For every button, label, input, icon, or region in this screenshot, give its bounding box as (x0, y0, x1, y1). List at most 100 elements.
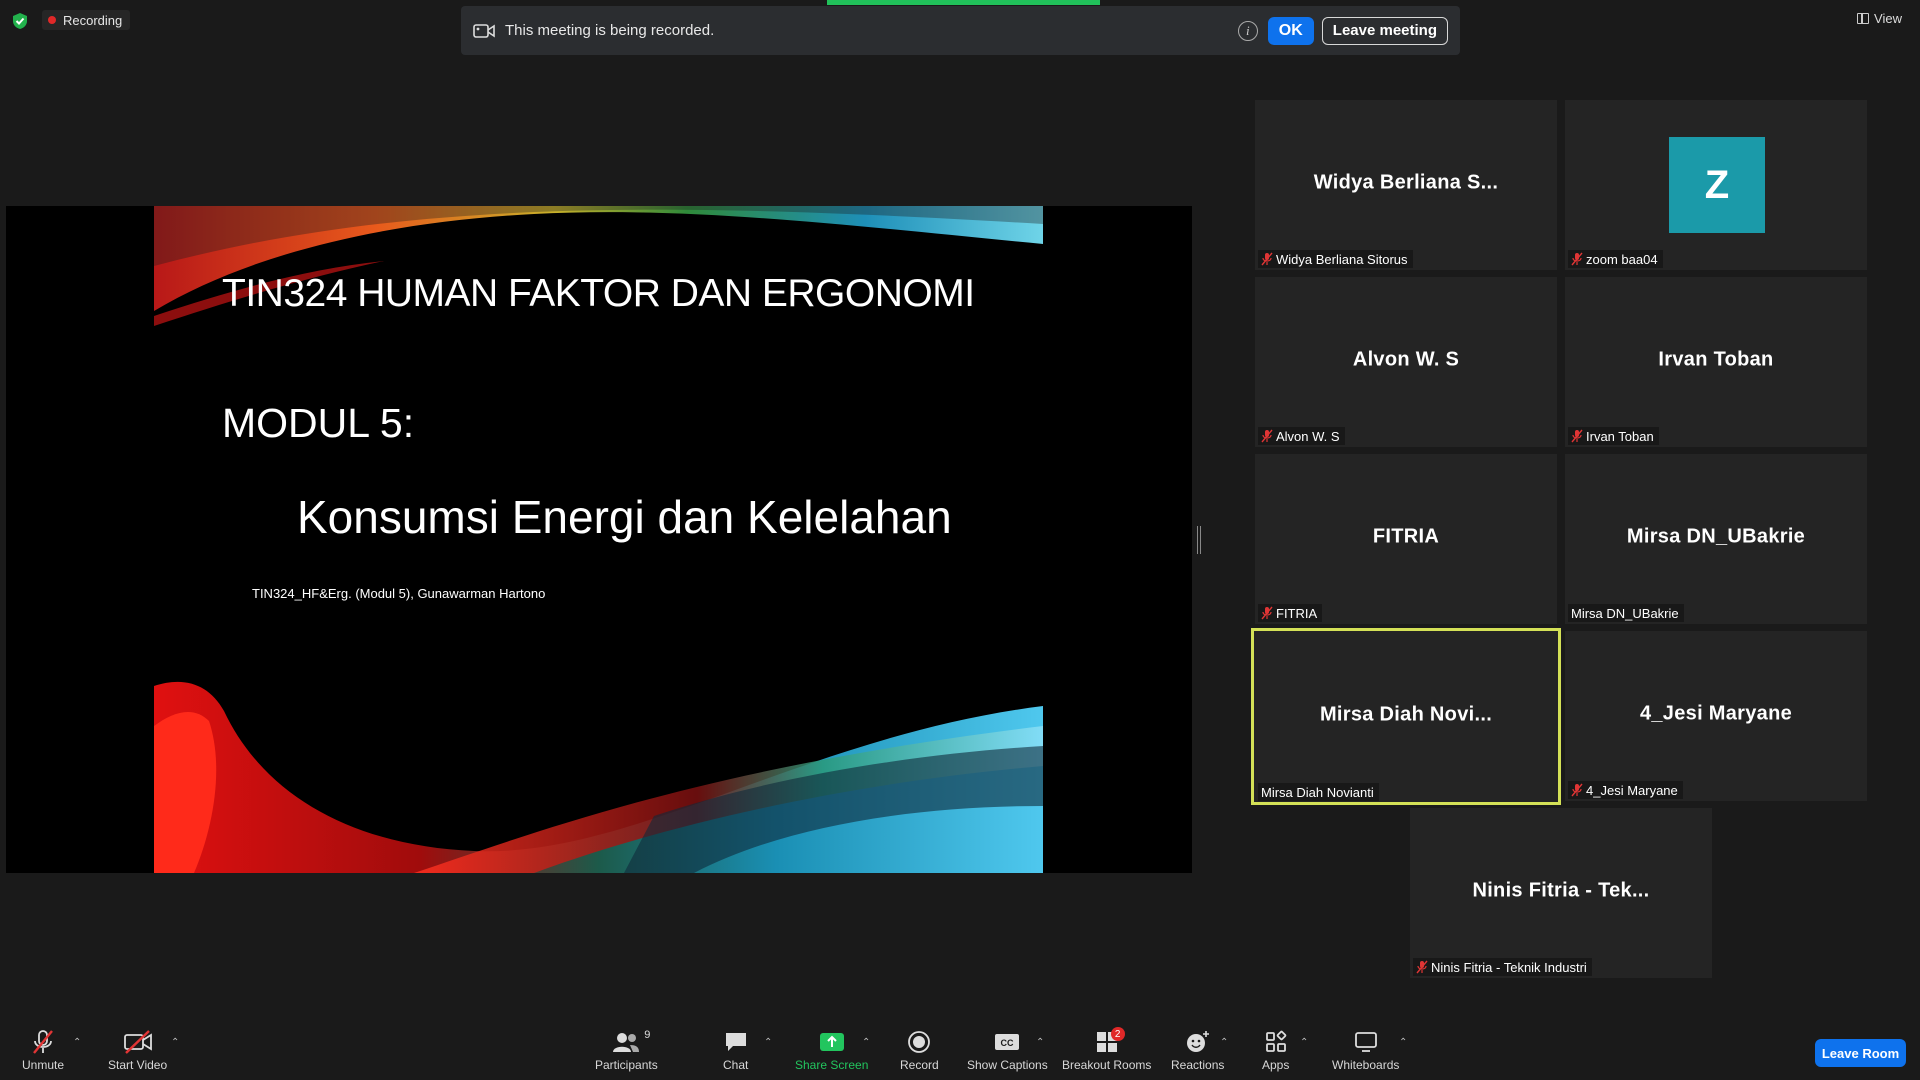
participant-tile-active-speaker[interactable]: Mirsa Diah Novi... Mirsa Diah Novianti (1251, 628, 1561, 805)
meeting-toolbar: Unmute ⌃ Start Video ⌃ 9 Participants Ch… (0, 1015, 1920, 1080)
participant-display-name: Mirsa DN_UBakrie (1626, 525, 1806, 548)
participant-tile[interactable]: Alvon W. S Alvon W. S (1255, 277, 1557, 447)
participant-label-text: zoom baa04 (1586, 251, 1658, 267)
participant-label-text: Widya Berliana Sitorus (1276, 251, 1408, 267)
participants-button[interactable]: 9 Participants (595, 1029, 658, 1072)
participants-label: Participants (595, 1058, 658, 1072)
record-label: Record (900, 1058, 939, 1072)
start-video-label: Start Video (108, 1058, 168, 1072)
record-button[interactable]: Record (900, 1029, 939, 1072)
reactions-button[interactable]: Reactions (1171, 1029, 1224, 1072)
participant-label: Alvon W. S (1258, 427, 1345, 445)
unmute-button[interactable]: Unmute (22, 1029, 64, 1072)
recording-notice-banner: This meeting is being recorded. i OK Lea… (461, 6, 1460, 55)
participant-label: 4_Jesi Maryane (1568, 781, 1683, 799)
participants-icon (613, 1033, 640, 1052)
share-screen-label: Share Screen (795, 1058, 869, 1072)
apps-label: Apps (1262, 1058, 1290, 1072)
participant-label: Ninis Fitria - Teknik Industri (1413, 958, 1592, 976)
sharing-indicator-bar (827, 0, 1100, 5)
breakout-rooms-button[interactable]: 2 Breakout Rooms (1062, 1027, 1152, 1072)
recording-label: Recording (63, 12, 123, 28)
video-options-caret-icon[interactable]: ⌃ (171, 1037, 179, 1048)
show-captions-label: Show Captions (967, 1058, 1048, 1072)
muted-mic-icon (1416, 960, 1428, 974)
participant-label: FITRIA (1258, 604, 1323, 622)
muted-microphone-icon (33, 1030, 53, 1054)
share-screen-icon (819, 1033, 844, 1051)
muted-mic-icon (1261, 252, 1273, 266)
participant-display-name: Alvon W. S (1352, 348, 1460, 371)
participant-label-text: Alvon W. S (1276, 428, 1340, 444)
audio-options-caret-icon[interactable]: ⌃ (73, 1037, 81, 1048)
participant-tile[interactable]: Z zoom baa04 (1565, 100, 1867, 270)
whiteboard-icon (1354, 1032, 1377, 1052)
video-camera-icon (473, 23, 495, 38)
unmute-label: Unmute (22, 1058, 65, 1072)
participant-label-text: Irvan Toban (1586, 428, 1654, 444)
breakout-rooms-badge: 2 (1110, 1027, 1125, 1041)
recording-dot-icon (48, 16, 56, 24)
muted-mic-icon (1571, 252, 1583, 266)
participants-count: 9 (644, 1029, 651, 1041)
recording-notice-text: This meeting is being recorded. (505, 22, 715, 39)
participant-display-name: 4_Jesi Maryane (1639, 702, 1793, 725)
shared-screen[interactable]: TIN324 HUMAN FAKTOR DAN ERGONOMI MODUL 5… (6, 206, 1192, 873)
whiteboards-label: Whiteboards (1332, 1058, 1400, 1072)
info-icon[interactable]: i (1237, 20, 1258, 41)
whiteboards-options-caret-icon[interactable]: ⌃ (1399, 1037, 1407, 1048)
security-shield-icon[interactable] (12, 12, 28, 30)
apps-icon (1265, 1030, 1286, 1052)
recording-indicator[interactable]: Recording (42, 10, 131, 30)
slide-subtitle: Konsumsi Energi dan Kelelahan (297, 491, 952, 543)
slide-title: TIN324 HUMAN FAKTOR DAN ERGONOMI (222, 272, 975, 315)
svg-text:CC: CC (1001, 1038, 1014, 1048)
participant-tile[interactable]: Ninis Fitria - Tek... Ninis Fitria - Tek… (1410, 808, 1712, 978)
participant-display-name: Ninis Fitria - Tek... (1472, 879, 1650, 902)
participant-tile[interactable]: FITRIA FITRIA (1255, 454, 1557, 624)
slide-credit: TIN324_HF&Erg. (Modul 5), Gunawarman Har… (252, 586, 546, 601)
participant-label: Widya Berliana Sitorus (1258, 250, 1413, 268)
slide-module: MODUL 5: (222, 400, 415, 446)
leave-meeting-button[interactable]: Leave meeting (1321, 16, 1448, 45)
participant-label: Irvan Toban (1568, 427, 1659, 445)
view-layout-icon (1857, 13, 1870, 24)
chat-options-caret-icon[interactable]: ⌃ (764, 1037, 772, 1048)
reactions-label: Reactions (1171, 1058, 1225, 1072)
chat-icon (725, 1033, 746, 1051)
view-label: View (1874, 11, 1902, 26)
presentation-slide: TIN324 HUMAN FAKTOR DAN ERGONOMI MODUL 5… (154, 206, 1043, 873)
start-video-button[interactable]: Start Video (108, 1029, 167, 1072)
participant-label: Mirsa DN_UBakrie (1568, 604, 1684, 622)
panel-resize-handle[interactable] (1197, 526, 1201, 554)
muted-mic-icon (1261, 606, 1273, 620)
share-screen-button[interactable]: Share Screen (795, 1029, 868, 1072)
participant-label-text: Ninis Fitria - Teknik Industri (1431, 959, 1587, 975)
whiteboards-button[interactable]: Whiteboards (1332, 1029, 1399, 1072)
chat-label: Chat (723, 1058, 749, 1072)
captions-cc-icon: CC (995, 1034, 1020, 1050)
participant-tile[interactable]: Irvan Toban Irvan Toban (1565, 277, 1867, 447)
participant-label-text: FITRIA (1276, 605, 1318, 621)
reactions-options-caret-icon[interactable]: ⌃ (1220, 1037, 1228, 1048)
video-off-icon (123, 1030, 152, 1054)
captions-options-caret-icon[interactable]: ⌃ (1036, 1037, 1044, 1048)
breakout-rooms-label: Breakout Rooms (1062, 1058, 1152, 1072)
participant-display-name: Irvan Toban (1658, 348, 1774, 371)
leave-room-button[interactable]: Leave Room (1815, 1039, 1906, 1067)
share-options-caret-icon[interactable]: ⌃ (862, 1037, 870, 1048)
apps-options-caret-icon[interactable]: ⌃ (1300, 1037, 1308, 1048)
participant-display-name: FITRIA (1372, 525, 1440, 548)
participant-tile[interactable]: Widya Berliana S... Widya Berliana Sitor… (1255, 100, 1557, 270)
chat-button[interactable]: Chat (723, 1029, 748, 1072)
ok-button[interactable]: OK (1267, 16, 1314, 45)
participant-display-name: Widya Berliana S... (1313, 171, 1499, 194)
zoom-meeting-window: Recording This meeting is being recorded… (0, 0, 1920, 1080)
apps-button[interactable]: Apps (1262, 1029, 1289, 1072)
show-captions-button[interactable]: CC Show Captions (967, 1029, 1048, 1072)
view-button[interactable]: View (1857, 11, 1902, 26)
record-icon (908, 1031, 931, 1053)
avatar: Z (1669, 137, 1765, 233)
participant-tile[interactable]: 4_Jesi Maryane 4_Jesi Maryane (1565, 631, 1867, 801)
participant-tile[interactable]: Mirsa DN_UBakrie Mirsa DN_UBakrie (1565, 454, 1867, 624)
